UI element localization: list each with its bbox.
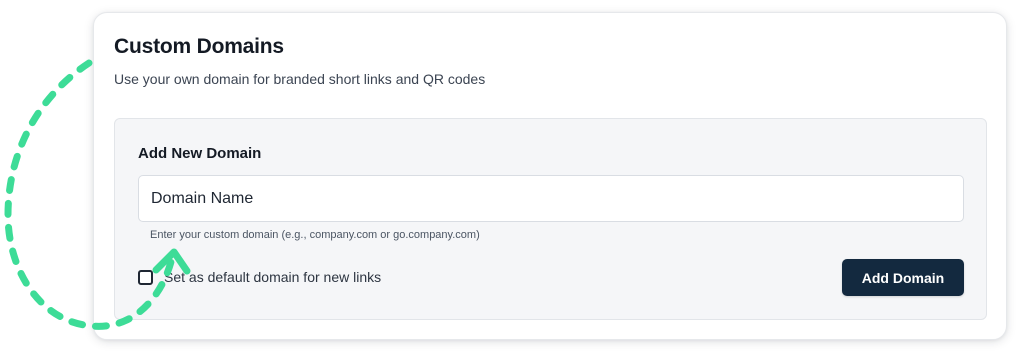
default-domain-option[interactable]: Set as default domain for new links [138,269,381,285]
page-title: Custom Domains [114,35,284,58]
page: Custom Domains Use your own domain for b… [0,0,1024,361]
domain-name-input[interactable] [138,175,964,222]
add-domain-title: Add New Domain [138,145,262,162]
default-domain-checkbox[interactable] [138,269,153,285]
page-subtitle: Use your own domain for branded short li… [114,71,486,87]
custom-domains-card: Custom Domains Use your own domain for b… [93,12,1007,340]
add-domain-button[interactable]: Add Domain [842,259,964,296]
add-domain-panel: Add New Domain Enter your custom domain … [114,118,987,320]
default-domain-label: Set as default domain for new links [164,269,382,285]
domain-helper-text: Enter your custom domain (e.g., company.… [150,229,480,241]
